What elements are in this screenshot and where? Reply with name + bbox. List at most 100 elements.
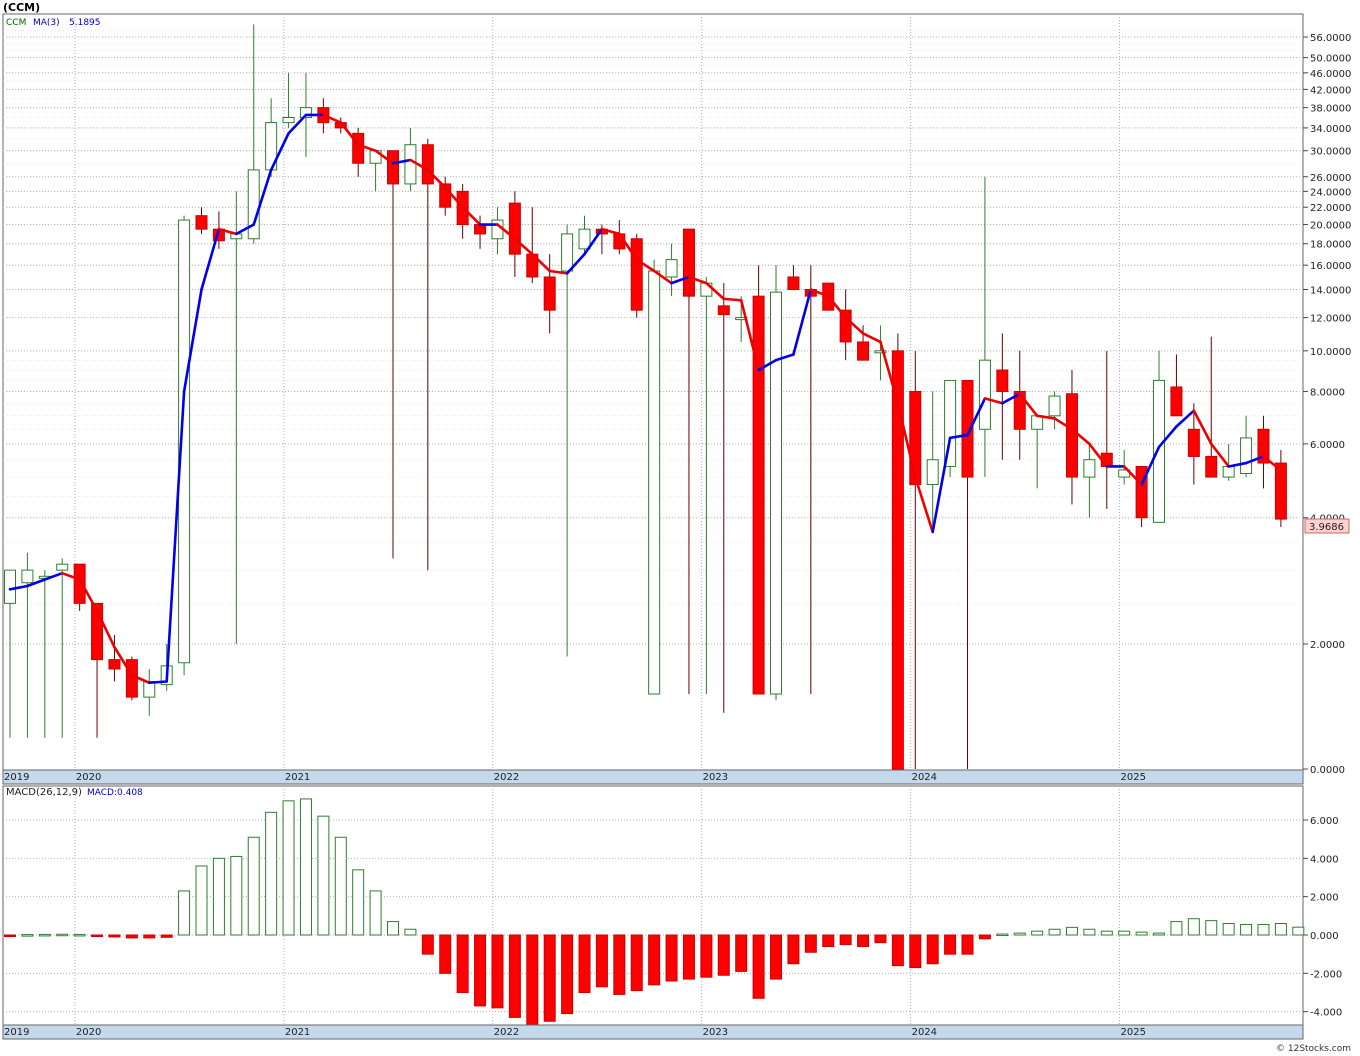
macd-bar	[421, 934, 434, 955]
legend-symbol: CCM	[6, 18, 26, 28]
macd-x-label: 2022	[494, 1027, 519, 1038]
macd-bar	[1118, 930, 1131, 936]
macd-bar	[265, 811, 278, 936]
macd-bar	[195, 865, 208, 936]
candle-body	[857, 341, 870, 361]
candle-body	[1065, 393, 1078, 478]
price-tick-label: 8.0000	[1310, 387, 1345, 398]
macd-bar	[387, 921, 400, 936]
legend-ma-value: 5.1895	[69, 18, 101, 28]
macd-bar	[630, 934, 643, 992]
macd-bar	[317, 815, 330, 936]
candle-body	[1048, 395, 1061, 417]
price-tick-label: 20.0000	[1310, 221, 1351, 232]
candle-body	[56, 563, 69, 571]
macd-bar	[125, 934, 138, 939]
candle-body	[125, 659, 138, 698]
macd-bar	[1135, 931, 1148, 936]
candle-body	[4, 569, 16, 604]
price-x-label: 2019	[4, 772, 29, 783]
macd-y-axis: 6.000 4.000 2.000 0.000 -2.000 -4.000	[1303, 816, 1342, 1019]
macd-bar	[230, 855, 243, 936]
macd-bar	[543, 934, 556, 1022]
price-tick-label: 26.0000	[1310, 173, 1351, 184]
candle-body	[1240, 437, 1253, 474]
macd-tick-label: 2.000	[1310, 893, 1339, 904]
macd-bar	[1153, 932, 1166, 936]
price-tick-label: 22.0000	[1310, 203, 1351, 214]
candle-body	[1170, 386, 1183, 417]
price-y-axis: 56.0000 50.0000 46.0000 42.0000 38.0000 34.00…	[1303, 33, 1351, 776]
candle-body	[1222, 465, 1235, 478]
price-x-axis-bar	[2, 769, 1304, 785]
candle-body	[421, 144, 434, 185]
price-tick-label: 2.0000	[1310, 640, 1345, 651]
macd-bar	[1257, 923, 1270, 936]
macd-bar	[491, 934, 504, 1009]
macd-bar	[561, 934, 574, 1015]
macd-x-label: 2025	[1120, 1027, 1145, 1038]
macd-bar	[909, 934, 922, 969]
macd-bar	[1013, 932, 1026, 936]
candle-body	[561, 233, 574, 272]
candle-body	[665, 259, 678, 278]
candle-body	[404, 144, 417, 185]
macd-x-label: 2024	[912, 1027, 937, 1038]
price-tick-label: 34.0000	[1310, 124, 1351, 135]
macd-bar	[1222, 923, 1235, 936]
candle-body	[926, 459, 939, 486]
candle-body	[891, 350, 904, 770]
last-price-label: 3.9686	[1309, 522, 1344, 533]
macd-bar	[839, 934, 852, 946]
macd-bar	[73, 933, 86, 937]
candle-body	[578, 228, 591, 250]
macd-bar	[700, 934, 713, 978]
macd-bar	[1031, 930, 1044, 936]
macd-bar	[21, 934, 34, 937]
macd-bar	[1240, 923, 1253, 936]
candle-body	[770, 291, 783, 695]
macd-x-axis-bar	[2, 1024, 1304, 1040]
macd-bar	[874, 934, 887, 944]
price-tick-label: 14.0000	[1310, 286, 1351, 297]
macd-bar	[804, 934, 817, 953]
ma-segment	[147, 680, 168, 685]
price-tick-label: 6.0000	[1310, 440, 1345, 451]
macd-bar	[1065, 926, 1078, 936]
macd-bar	[961, 934, 974, 955]
macd-bar	[212, 857, 225, 936]
ma-segment	[722, 297, 743, 302]
macd-bar	[944, 934, 957, 955]
candle-body	[108, 659, 121, 670]
price-x-label: 2021	[285, 772, 310, 783]
macd-bar	[1187, 918, 1200, 936]
price-x-label: 2022	[494, 772, 519, 783]
candle-body	[648, 270, 661, 695]
candle-body	[630, 238, 643, 311]
candle-body	[1153, 379, 1166, 523]
macd-bar	[334, 836, 347, 936]
macd-bar	[299, 798, 312, 936]
macd-bar	[717, 934, 730, 976]
macd-bar	[508, 934, 521, 1018]
price-tick-label: 46.0000	[1310, 69, 1351, 80]
macd-x-label: 2021	[285, 1027, 310, 1038]
macd-bar	[770, 934, 783, 980]
candle-body	[996, 369, 1009, 392]
macd-tick-label: -4.000	[1310, 1008, 1342, 1019]
macd-bar	[1274, 923, 1287, 936]
candle-body	[195, 215, 208, 230]
macd-bar	[787, 934, 800, 965]
macd-legend-label: MACD(26,12,9)	[6, 787, 82, 798]
macd-bar	[352, 869, 365, 936]
macd-bar	[752, 934, 765, 999]
candle-body	[508, 202, 521, 255]
candle-body	[978, 359, 991, 430]
chart-title: (CCM)	[3, 1, 40, 14]
macd-bar	[4, 934, 16, 937]
candle-body	[787, 276, 800, 291]
macd-bar	[474, 934, 487, 1007]
macd-x-label: 2023	[703, 1027, 728, 1038]
candle-body	[543, 276, 556, 311]
candle-body	[474, 224, 487, 235]
